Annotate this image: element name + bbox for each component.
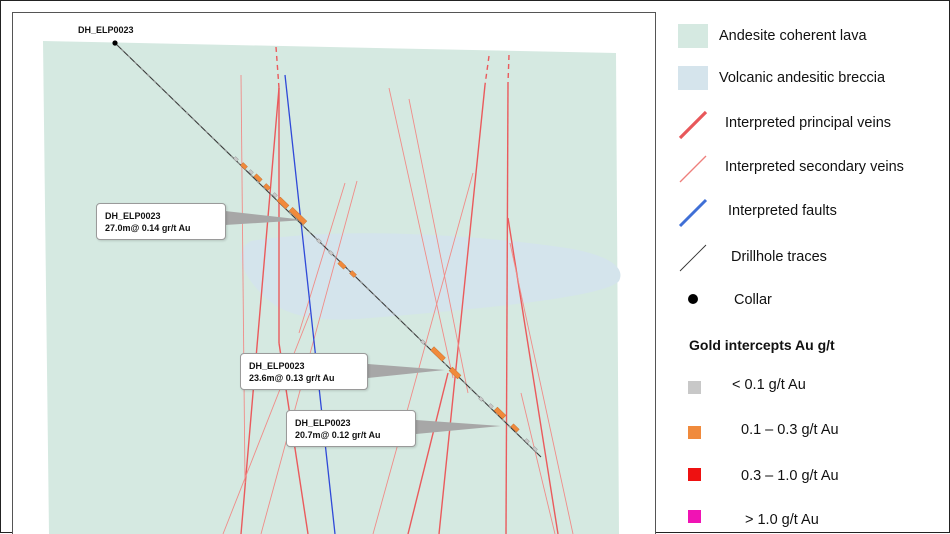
drillhole-trace-line (679, 244, 707, 272)
andesite-lava-swatch (678, 24, 708, 48)
legend-label: Drillhole traces (731, 249, 827, 265)
gold-intercepts-heading: Gold intercepts Au g/t (689, 337, 835, 353)
legend-label: Volcanic andesitic breccia (719, 70, 886, 86)
cross-section-panel: DH_ELP0023 DH_ELP0023 27.0m@ 0.14 gr/t A… (12, 12, 656, 534)
cross-section-svg (43, 40, 621, 534)
callout-hole: DH_ELP0023 (295, 418, 351, 428)
legend-item-collar: Collar (662, 285, 948, 315)
principal-vein-line (678, 110, 708, 140)
fault-line (678, 198, 708, 228)
volcanic-breccia-swatch (678, 66, 708, 90)
intercept-callout-2: DH_ELP0023 23.6m@ 0.13 gr/t Au (240, 353, 368, 390)
legend-item-volcanic-breccia: Volcanic andesitic breccia (662, 64, 948, 94)
callout-interval: 20.7m@ 0.12 gr/t Au (295, 430, 381, 440)
legend-item-faults: Interpreted faults (662, 196, 948, 228)
legend-item-gold-0.3-1.0: 0.3 – 1.0 g/t Au (662, 461, 948, 491)
intercept-callout-3: DH_ELP0023 20.7m@ 0.12 gr/t Au (286, 410, 416, 447)
legend-item-gold-gt-1.0: > 1.0 g/t Au (662, 504, 948, 534)
legend-label: < 0.1 g/t Au (732, 377, 806, 393)
legend: Andesite coherent lava Volcanic andesiti… (662, 0, 948, 531)
gold-grey-swatch (688, 381, 701, 394)
legend-label: 0.3 – 1.0 g/t Au (741, 468, 839, 484)
gold-red-swatch (688, 468, 701, 481)
secondary-vein-line (679, 155, 707, 183)
collar-dot (688, 294, 698, 304)
collar-marker (112, 40, 118, 46)
legend-item-gold-lt-0.1: < 0.1 g/t Au (662, 371, 948, 401)
callout-hole: DH_ELP0023 (249, 361, 305, 371)
intercept-callout-1: DH_ELP0023 27.0m@ 0.14 gr/t Au (96, 203, 226, 240)
legend-item-andesite-lava: Andesite coherent lava (662, 22, 948, 52)
collar-label: DH_ELP0023 (78, 25, 134, 35)
legend-item-principal-veins: Interpreted principal veins (662, 108, 948, 140)
callout-interval: 27.0m@ 0.14 gr/t Au (105, 223, 191, 233)
legend-label: > 1.0 g/t Au (745, 512, 819, 528)
legend-item-gold-0.1-0.3: 0.1 – 0.3 g/t Au (662, 416, 948, 446)
legend-label: Interpreted faults (728, 203, 837, 219)
gold-magenta-swatch (688, 510, 701, 523)
legend-label: Interpreted secondary veins (725, 159, 904, 175)
legend-label: Collar (734, 292, 772, 308)
legend-label: Andesite coherent lava (719, 28, 867, 44)
legend-label: Interpreted principal veins (725, 115, 892, 131)
legend-item-drillhole-traces: Drillhole traces (662, 241, 948, 272)
callout-interval: 23.6m@ 0.13 gr/t Au (249, 373, 335, 383)
legend-item-secondary-veins: Interpreted secondary veins (662, 152, 948, 183)
callout-hole: DH_ELP0023 (105, 211, 161, 221)
gold-orange-swatch (688, 426, 701, 439)
legend-label: 0.1 – 0.3 g/t Au (741, 422, 839, 438)
